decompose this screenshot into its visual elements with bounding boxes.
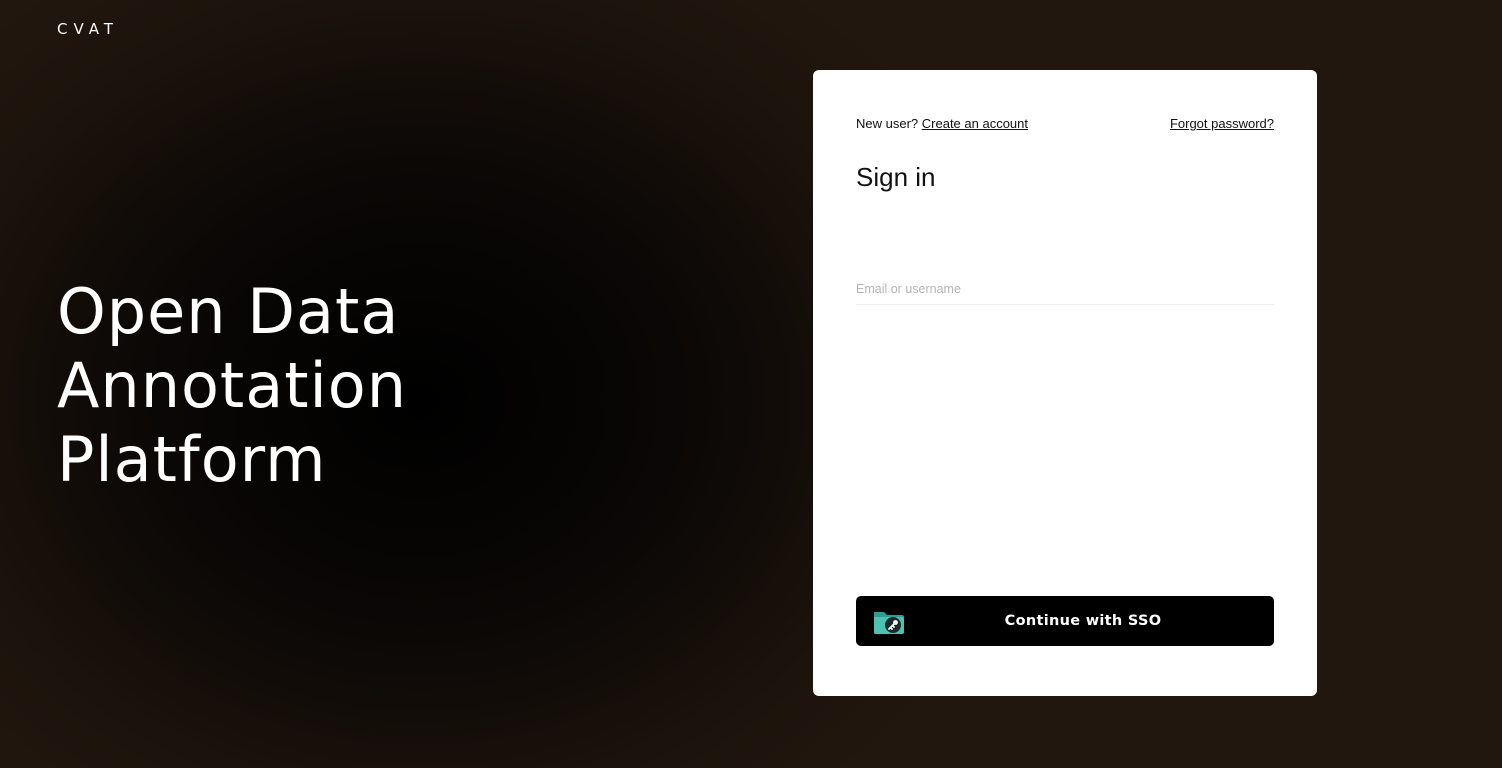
hero-line-2: Annotation	[57, 349, 408, 422]
sso-key-folder-icon	[874, 612, 904, 634]
cvat-logo: CVAT	[57, 20, 120, 38]
create-account-link[interactable]: Create an account	[922, 116, 1028, 131]
forgot-password-link[interactable]: Forgot password?	[1170, 116, 1274, 131]
new-user-prompt: New user? Create an account	[856, 116, 1028, 131]
sign-in-title: Sign in	[856, 162, 936, 192]
card-top-links: New user? Create an account Forgot passw…	[856, 116, 1274, 131]
sso-button-label: Continue with SSO	[1004, 613, 1162, 629]
email-username-input[interactable]	[856, 274, 1274, 305]
new-user-label: New user?	[856, 116, 919, 131]
sign-in-card: New user? Create an account Forgot passw…	[813, 70, 1317, 696]
hero-line-1: Open Data	[57, 275, 400, 348]
continue-with-sso-button[interactable]: Continue with SSO	[856, 596, 1274, 646]
hero-headline: Open Data Annotation Platform	[57, 275, 407, 497]
hero-line-3: Platform	[57, 423, 327, 496]
